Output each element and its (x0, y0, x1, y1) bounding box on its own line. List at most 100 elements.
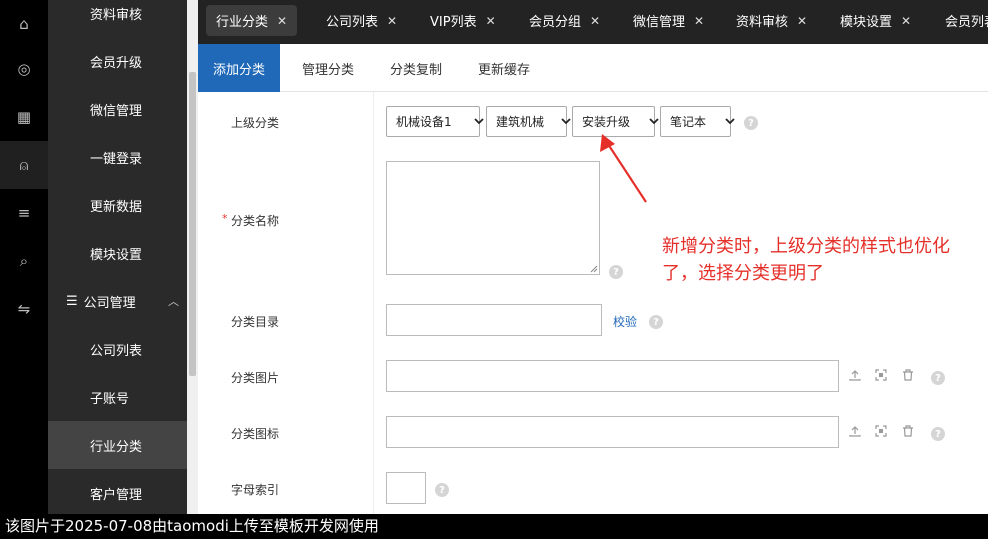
select-value: 建筑机械 (496, 115, 545, 129)
parent-select-level2[interactable]: 建筑机械 (486, 106, 571, 137)
subtab-label: 更新缓存 (478, 62, 531, 78)
tab-label: 会员分组 (529, 15, 582, 30)
category-name-label: * 分类名称 (222, 212, 279, 229)
tab-label: 资料审核 (736, 15, 789, 30)
upload-icon[interactable] (849, 369, 863, 383)
sub-tab-bar: 添加分类 管理分类 分类复制 更新缓存 (198, 44, 988, 92)
watermark-footer: 该图片于2025-07-08由taomodi上传至模板开发网使用 (0, 514, 988, 539)
close-icon[interactable]: ✕ (387, 14, 397, 28)
tab-module-settings[interactable]: 模块设置 ✕ (830, 5, 921, 36)
sidebar-item-label: 一键登录 (90, 151, 143, 167)
resize-handle-icon[interactable] (590, 265, 598, 273)
annotation-arrow (600, 134, 647, 203)
help-icon[interactable]: ? (931, 427, 945, 441)
sidebar-item-label: 行业分类 (90, 439, 143, 455)
trash-icon[interactable] (902, 425, 916, 439)
crop-icon[interactable] (875, 425, 889, 439)
close-icon[interactable]: ✕ (590, 14, 600, 28)
close-icon[interactable]: ✕ (901, 14, 911, 28)
tab-label: VIP列表 (430, 15, 477, 30)
upload-icon[interactable] (849, 425, 863, 439)
category-icon-input[interactable] (386, 416, 839, 448)
subtab-add-category[interactable]: 添加分类 (198, 44, 281, 92)
sidebar-item-label: 会员升级 (90, 55, 143, 71)
sidebar-item-module-settings[interactable]: 模块设置 (48, 229, 187, 277)
sidebar-item-company-list[interactable]: 公司列表 (48, 325, 187, 373)
tab-member-group[interactable]: 会员分组 ✕ (519, 5, 610, 36)
close-icon[interactable]: ✕ (486, 14, 496, 28)
parent-category-label: 上级分类 (231, 116, 280, 130)
sidebar-item-update-data[interactable]: 更新数据 (48, 181, 187, 229)
tab-company-list[interactable]: 公司列表 ✕ (316, 5, 407, 36)
required-mark: * (222, 212, 228, 225)
add-category-form: 上级分类 机械设备1 建筑机械 安装升级 笔记本 ? * 分类名称 ? 分类目录… (198, 92, 988, 514)
category-image-label: 分类图片 (231, 371, 280, 385)
close-icon[interactable]: ✕ (277, 14, 287, 28)
tab-label: 微信管理 (633, 15, 686, 30)
sidebar-item-label: 更新数据 (90, 199, 143, 215)
subtab-label: 管理分类 (302, 62, 355, 78)
category-name-textarea[interactable] (386, 161, 600, 275)
select-value: 机械设备1 (396, 115, 452, 129)
sidebar-item-one-click-login[interactable]: 一键登录 (48, 133, 187, 181)
subtab-label: 分类复制 (390, 62, 443, 78)
icon-rail: ⌂ ◎ ▦ ⍝ ≡ ⌕ ⇋ (0, 0, 48, 514)
category-dir-label: 分类目录 (231, 315, 280, 329)
sidebar-item-member-upgrade[interactable]: 会员升级 (48, 37, 187, 85)
tab-industry-category[interactable]: 行业分类 ✕ (206, 5, 298, 36)
user-icon[interactable]: ⍝ (0, 141, 48, 189)
sidebar-item-profile-review[interactable]: 资料审核 (48, 0, 187, 37)
tab-label: 公司列表 (326, 15, 379, 30)
grid-icon[interactable]: ▦ (0, 93, 48, 141)
tab-profile-review[interactable]: 资料审核 ✕ (726, 5, 817, 36)
sidebar-item-wechat[interactable]: 微信管理 (48, 85, 187, 133)
help-icon[interactable]: ? (649, 315, 663, 329)
sidebar-item-industry-category[interactable]: 行业分类 (48, 421, 187, 469)
gear-icon[interactable]: ◎ (0, 45, 48, 93)
sidebar-item-label: 资料审核 (90, 7, 143, 23)
select-value: 笔记本 (670, 115, 707, 129)
sidebar-item-label: 客户管理 (90, 487, 143, 503)
tab-member-list[interactable]: 会员列表 (935, 5, 988, 36)
tab-vip-list[interactable]: VIP列表 ✕ (420, 5, 506, 36)
select-value: 安装升级 (582, 115, 631, 129)
menu-lines-icon: ☰ (66, 293, 78, 309)
sidebar-item-label: 微信管理 (90, 103, 143, 119)
sidebar-scrollbar-thumb[interactable] (189, 72, 196, 376)
letter-index-label: 字母索引 (231, 483, 280, 497)
category-icon-label: 分类图标 (231, 427, 280, 441)
annotation-note: 新增分类时，上级分类的样式也优化了，选择分类更明了 (662, 236, 950, 284)
subtab-update-cache[interactable]: 更新缓存 (463, 44, 545, 92)
subtab-label: 添加分类 (213, 62, 266, 78)
sidebar-item-label: 子账号 (90, 391, 130, 407)
category-image-input[interactable] (386, 360, 839, 392)
tab-label: 模块设置 (840, 15, 893, 30)
close-icon[interactable]: ✕ (797, 14, 807, 28)
sidebar-item-label: 模块设置 (90, 247, 143, 263)
search-icon[interactable]: ⌕ (0, 237, 48, 285)
trash-icon[interactable] (902, 369, 916, 383)
sidebar-item-sub-account[interactable]: 子账号 (48, 373, 187, 421)
sidebar-item-customer[interactable]: 客户管理 (48, 469, 187, 514)
subtab-copy-category[interactable]: 分类复制 (375, 44, 457, 92)
letter-index-input[interactable] (386, 472, 426, 504)
sidebar-group-label: 公司管理 (83, 295, 136, 311)
subtab-manage-category[interactable]: 管理分类 (287, 44, 369, 92)
close-icon[interactable]: ✕ (694, 14, 704, 28)
form-label-column (198, 92, 374, 514)
switch-icon[interactable]: ⇋ (0, 285, 48, 333)
help-icon[interactable]: ? (435, 483, 449, 497)
parent-select-level4[interactable]: 笔记本 (660, 106, 735, 137)
help-icon[interactable]: ? (609, 265, 623, 279)
crop-icon[interactable] (875, 369, 889, 383)
help-icon[interactable]: ? (931, 371, 945, 385)
tab-wechat[interactable]: 微信管理 ✕ (623, 5, 714, 36)
sidebar-group-company[interactable]: ☰ 公司管理 ︿ (48, 277, 187, 325)
check-link[interactable]: 校验 (613, 313, 637, 330)
home-icon[interactable]: ⌂ (0, 0, 48, 48)
list-icon[interactable]: ≡ (0, 189, 48, 237)
parent-select-level1[interactable]: 机械设备1 (386, 106, 484, 137)
help-icon[interactable]: ? (744, 116, 758, 130)
category-dir-input[interactable] (386, 304, 602, 336)
chevron-up-icon: ︿ (168, 295, 179, 308)
